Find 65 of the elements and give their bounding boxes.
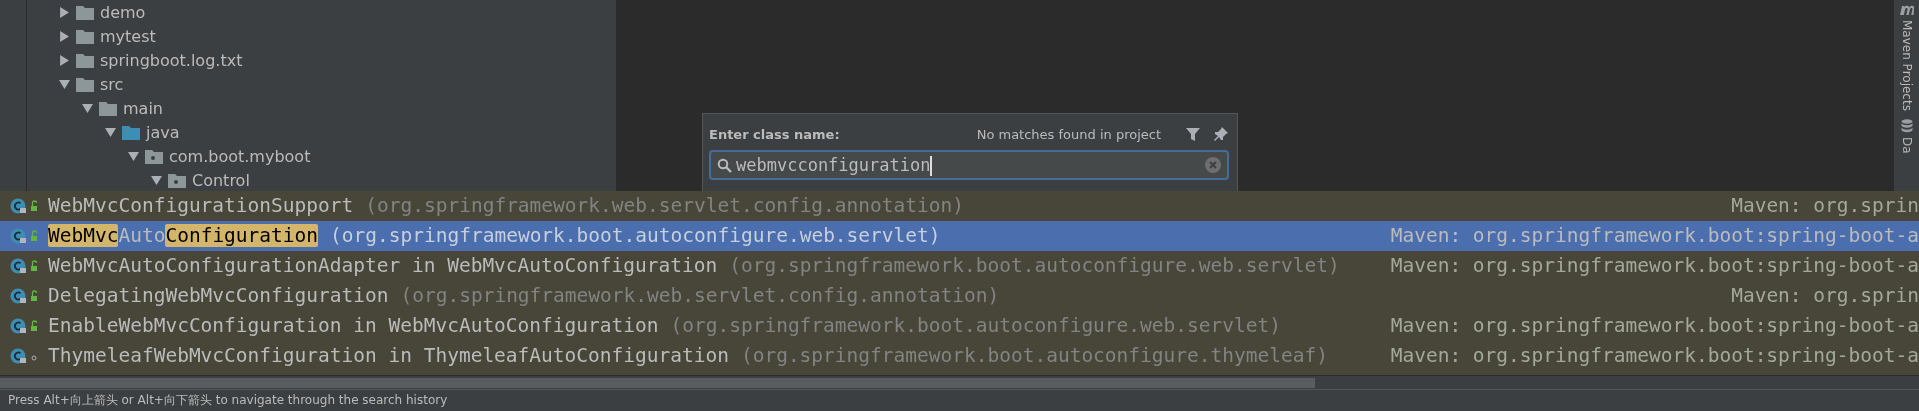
class-name: WebMvcAutoConfiguration	[48, 224, 319, 248]
result-row[interactable]: WebMvcConfigurationSupport (org.springframework.web.servlet.config.annotation) Maven: org.sprin	[0, 191, 1919, 221]
status-text: No matches found in project	[976, 126, 1161, 142]
folder-icon	[99, 100, 117, 116]
tree-item-label[interactable]: demo	[100, 2, 146, 22]
horizontal-scrollbar[interactable]	[0, 375, 1919, 390]
library-location: Maven: org.springframework.boot:spring-boot-a	[1390, 344, 1919, 368]
expanded-arrow-icon[interactable]	[128, 150, 139, 162]
expanded-arrow-icon[interactable]	[82, 102, 93, 114]
class-name-field[interactable]: webmvcconfiguration	[709, 150, 1229, 180]
tool-window-tab[interactable]: Da	[1899, 136, 1914, 154]
tree-item-label[interactable]: com.boot.myboot	[169, 146, 311, 166]
library-location: Maven: org.springframework.boot:spring-boot-a	[1390, 254, 1919, 278]
pin-icon[interactable]	[1213, 126, 1229, 142]
filter-icon[interactable]	[1185, 126, 1201, 142]
library-location: Maven: org.sprin	[1731, 194, 1919, 218]
tree-item-label[interactable]: main	[123, 98, 163, 118]
package-name: (org.springframework.boot.autoconfigure.thymeleaf)	[740, 344, 1329, 368]
class-icon	[10, 347, 40, 365]
library-location: Maven: org.springframework.boot:spring-boot-a	[1390, 314, 1919, 338]
expanded-arrow-icon[interactable]	[105, 126, 116, 138]
collapsed-arrow-icon[interactable]	[59, 6, 70, 18]
tool-window-tab[interactable]: Maven Projects	[1899, 20, 1914, 111]
result-row[interactable]: ThymeleafWebMvcConfiguration in ThymeleafAutoConfiguration (org.springframework.boot.autoconfigure.thymeleaf) Maven: org.springframework.boot:spring-boot-a	[0, 341, 1919, 371]
maven-icon	[1898, 4, 1915, 16]
popup-label: Enter class name:	[709, 126, 841, 142]
folder-icon	[76, 52, 94, 68]
class-name: DelegatingWebMvcConfiguration	[48, 284, 389, 308]
folder-icon	[76, 76, 94, 92]
tree-item-label[interactable]: Control	[192, 170, 250, 190]
class-name: EnableWebMvcConfiguration in WebMvcAutoConfiguration	[48, 314, 659, 338]
class-icon	[10, 227, 40, 245]
class-icon	[10, 197, 40, 215]
package-name: (org.springframework.boot.autoconfigure.web.servlet)	[330, 224, 942, 248]
library-location: Maven: org.sprin	[1731, 284, 1919, 308]
folder-icon	[76, 4, 94, 20]
package-folder-icon	[145, 148, 163, 164]
tree-item-label[interactable]: src	[100, 74, 124, 94]
class-name: WebMvcConfigurationSupport	[48, 194, 354, 218]
database-icon	[1900, 118, 1913, 133]
package-name: (org.springframework.boot.autoconfigure.web.servlet)	[670, 314, 1282, 338]
source-folder-icon	[122, 124, 140, 140]
result-row[interactable]: WebMvcAutoConfiguration (org.springframework.boot.autoconfigure.web.servlet) Maven: org.springframework.boot:spring-boot-a	[0, 221, 1919, 251]
package-name: (org.springframework.boot.autoconfigure.web.servlet)	[729, 254, 1341, 278]
result-row[interactable]: EnableWebMvcConfiguration in WebMvcAutoConfiguration (org.springframework.boot.autoconfigure.web.servlet) Maven: org.springframework.boot:spring-boot-a	[0, 311, 1919, 341]
search-icon	[717, 157, 732, 173]
package-name: (org.springframework.web.servlet.config.annotation)	[400, 284, 1001, 308]
library-location: Maven: org.springframework.boot:spring-boot-a	[1390, 224, 1919, 248]
package-folder-icon	[168, 172, 186, 188]
tree-item-label[interactable]: java	[146, 122, 180, 142]
expanded-arrow-icon[interactable]	[151, 174, 162, 186]
package-name: (org.springframework.web.servlet.config.annotation)	[365, 194, 965, 218]
class-icon	[10, 287, 40, 305]
folder-icon	[76, 28, 94, 44]
result-row[interactable]: DelegatingWebMvcConfiguration (org.springframework.web.servlet.config.annotation) Maven: org.sprin	[0, 281, 1919, 311]
result-row[interactable]: WebMvcAutoConfigurationAdapter in WebMvcAutoConfiguration (org.springframework.boot.autoconfigure.web.servlet) Maven: org.springframework.boot:spring-boot-a	[0, 251, 1919, 281]
collapsed-arrow-icon[interactable]	[59, 30, 70, 42]
class-icon	[10, 317, 40, 335]
tree-item-label[interactable]: mytest	[100, 26, 156, 46]
class-icon	[10, 257, 40, 275]
tree-item-label[interactable]: springboot.log.txt	[100, 50, 243, 70]
class-name: WebMvcAutoConfigurationAdapter in WebMvcAutoConfiguration	[48, 254, 718, 278]
collapsed-arrow-icon[interactable]	[59, 54, 70, 66]
expanded-arrow-icon[interactable]	[59, 78, 70, 90]
class-name: ThymeleafWebMvcConfiguration in ThymeleafAutoConfiguration	[48, 344, 729, 368]
